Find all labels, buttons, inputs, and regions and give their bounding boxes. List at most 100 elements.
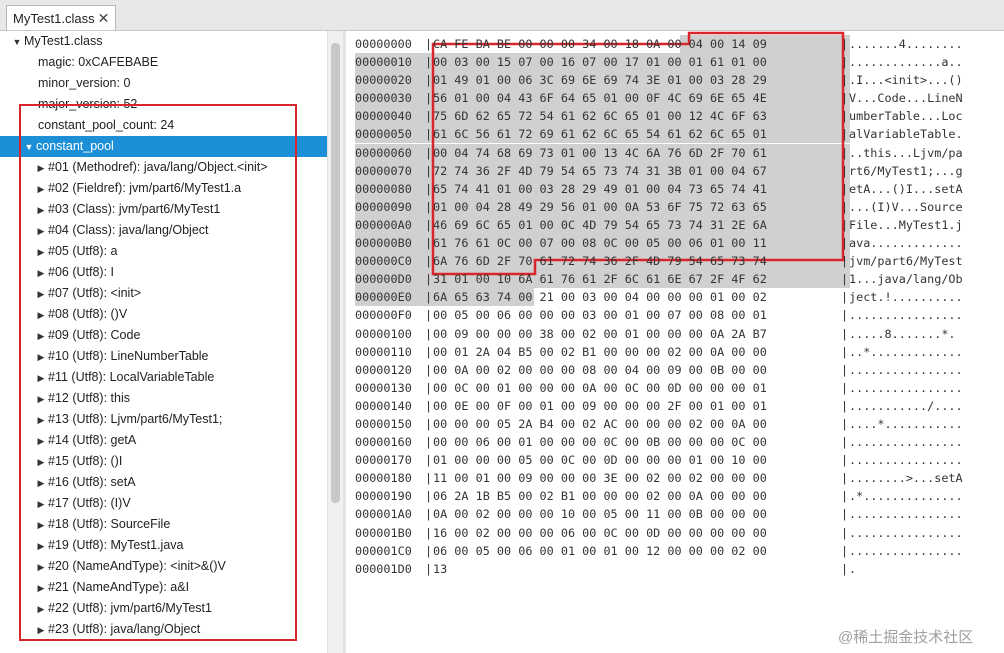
hex-ascii[interactable]: ........>...setA: [849, 469, 963, 487]
hex-ascii[interactable]: ................: [849, 542, 963, 560]
split-pane-divider[interactable]: [343, 31, 346, 653]
hex-bytes[interactable]: 00 0A 00 02 00 00 00 08 00 04 00 09 00 0…: [433, 361, 841, 379]
hex-bytes[interactable]: 00 0E 00 0F 00 01 00 09 00 00 00 2F 00 0…: [433, 397, 841, 415]
constant-pool-entry[interactable]: ▶ #18 (Utf8): SourceFile: [34, 514, 171, 535]
hex-bytes[interactable]: CA FE BA BE 00 00 00 34 00 18 0A 00 04 0…: [433, 35, 841, 53]
expand-arrow-right-icon[interactable]: ▶: [34, 452, 48, 473]
constant-pool-entry[interactable]: ▶ #08 (Utf8): ()V: [34, 304, 128, 326]
constant-pool-entry[interactable]: ▶ #07 (Utf8): <init>: [34, 283, 142, 304]
hex-ascii[interactable]: ................: [849, 524, 963, 542]
hex-ascii[interactable]: ...(I)V...Source: [849, 198, 963, 216]
expand-arrow-right-icon[interactable]: ▶: [34, 158, 48, 179]
hex-bytes[interactable]: 06 2A 1B B5 00 02 B1 00 00 00 02 00 0A 0…: [433, 487, 841, 505]
expand-arrow-down-icon[interactable]: ▼: [22, 137, 36, 158]
tree-field-item[interactable]: magic: 0xCAFEBABE: [38, 52, 158, 73]
hex-ascii[interactable]: ....*...........: [849, 415, 963, 433]
hex-bytes[interactable]: 65 74 41 01 00 03 28 29 49 01 00 04 73 6…: [433, 180, 841, 198]
expand-arrow-right-icon[interactable]: ▶: [34, 200, 48, 221]
hex-ascii[interactable]: .....8.......*.: [849, 325, 956, 343]
hex-bytes[interactable]: 00 09 00 00 00 38 00 02 00 01 00 00 00 0…: [433, 325, 841, 343]
constant-pool-entry[interactable]: ▶ #04 (Class): java/lang/Object: [34, 220, 209, 241]
expand-arrow-right-icon[interactable]: ▶: [34, 431, 48, 452]
hex-ascii[interactable]: ................: [849, 361, 963, 379]
hex-bytes[interactable]: 72 74 36 2F 4D 79 54 65 73 74 31 3B 01 0…: [433, 162, 841, 180]
hex-ascii[interactable]: .......4........: [849, 35, 963, 53]
hex-ascii[interactable]: ..*.............: [849, 343, 963, 361]
constant-pool-entry[interactable]: ▶ #12 (Utf8): this: [34, 388, 130, 409]
hex-ascii[interactable]: rt6/MyTest1;...g: [849, 162, 963, 180]
expand-arrow-right-icon[interactable]: ▶: [34, 347, 48, 368]
expand-arrow-right-icon[interactable]: ▶: [34, 599, 48, 620]
hex-bytes[interactable]: 00 01 2A 04 B5 00 02 B1 00 00 00 02 00 0…: [433, 343, 841, 361]
constant-pool-entry[interactable]: ▶ #11 (Utf8): LocalVariableTable: [34, 367, 215, 389]
tree-field-item[interactable]: major_version: 52: [38, 94, 137, 115]
expand-arrow-right-icon[interactable]: ▶: [34, 242, 48, 263]
tab-mytest1-class[interactable]: MyTest1.class ✕: [6, 5, 117, 30]
tree-field-item[interactable]: minor_version: 0: [38, 73, 130, 94]
hex-bytes[interactable]: 0A 00 02 00 00 00 10 00 05 00 11 00 0B 0…: [433, 505, 841, 523]
hex-bytes[interactable]: 61 6C 56 61 72 69 61 62 6C 65 54 61 62 6…: [433, 125, 841, 143]
hex-ascii[interactable]: ject.!..........: [849, 288, 963, 306]
constant-pool-entry[interactable]: ▶ #21 (NameAndType): a&I: [34, 577, 190, 598]
constant-pool-entry[interactable]: ▶ #19 (Utf8): MyTest1.java: [34, 535, 184, 556]
hex-bytes[interactable]: 00 03 00 15 07 00 16 07 00 17 01 00 01 6…: [433, 53, 841, 71]
constant-pool-entry[interactable]: ▶ #17 (Utf8): (I)V: [34, 493, 131, 514]
hex-bytes[interactable]: 31 01 00 10 6A 61 76 61 2F 6C 61 6E 67 2…: [433, 270, 841, 288]
hex-bytes[interactable]: 00 04 74 68 69 73 01 00 13 4C 6A 76 6D 2…: [433, 144, 841, 162]
hex-ascii[interactable]: V...Code...LineN: [849, 89, 963, 107]
expand-arrow-right-icon[interactable]: ▶: [34, 389, 48, 410]
hex-ascii[interactable]: .I...<init>...(): [849, 71, 963, 89]
hex-bytes[interactable]: 00 00 00 05 2A B4 00 02 AC 00 00 00 02 0…: [433, 415, 841, 433]
hex-ascii[interactable]: ava.............: [849, 234, 963, 252]
hex-bytes[interactable]: 00 0C 00 01 00 00 00 0A 00 0C 00 0D 00 0…: [433, 379, 841, 397]
hex-ascii[interactable]: etA...()I...setA: [849, 180, 963, 198]
constant-pool-entry[interactable]: ▶ #02 (Fieldref): jvm/part6/MyTest1.a: [34, 178, 242, 199]
expand-arrow-down-icon[interactable]: ▼: [10, 32, 24, 53]
expand-arrow-right-icon[interactable]: ▶: [34, 368, 48, 389]
tree-field-item[interactable]: constant_pool_count: 24: [38, 115, 174, 136]
constant-pool-entry[interactable]: ▶ #03 (Class): jvm/part6/MyTest1: [34, 199, 221, 221]
hex-bytes[interactable]: 16 00 02 00 00 00 06 00 0C 00 0D 00 00 0…: [433, 524, 841, 542]
expand-arrow-right-icon[interactable]: ▶: [34, 410, 48, 431]
expand-arrow-right-icon[interactable]: ▶: [34, 473, 48, 494]
hex-ascii[interactable]: .*..............: [849, 487, 963, 505]
constant-pool-entry[interactable]: ▶ #23 (Utf8): java/lang/Object: [34, 619, 201, 641]
hex-bytes[interactable]: 11 00 01 00 09 00 00 00 3E 00 02 00 02 0…: [433, 469, 841, 487]
hex-ascii[interactable]: ................: [849, 306, 963, 324]
hex-bytes[interactable]: 01 00 04 28 49 29 56 01 00 0A 53 6F 75 7…: [433, 198, 841, 216]
expand-arrow-right-icon[interactable]: ▶: [34, 620, 48, 641]
hex-ascii[interactable]: .: [849, 560, 856, 578]
hex-ascii[interactable]: File...MyTest1.j: [849, 216, 963, 234]
constant-pool-entry[interactable]: ▶ #06 (Utf8): I: [34, 262, 114, 283]
constant-pool-entry[interactable]: ▶ #20 (NameAndType): <init>&()V: [34, 556, 226, 577]
hex-ascii[interactable]: jvm/part6/MyTest: [849, 252, 963, 270]
constant-pool-entry[interactable]: ▶ #01 (Methodref): java/lang/Object.<init…: [34, 157, 268, 178]
expand-arrow-right-icon[interactable]: ▶: [34, 221, 48, 242]
constant-pool-entry[interactable]: ▶ #14 (Utf8): getA: [34, 430, 137, 452]
constant-pool-entry[interactable]: ▶ #13 (Utf8): Ljvm/part6/MyTest1;: [34, 409, 223, 431]
constant-pool-entry[interactable]: ▶ #09 (Utf8): Code: [34, 325, 141, 346]
hex-ascii[interactable]: .............a..: [849, 53, 963, 71]
expand-arrow-right-icon[interactable]: ▶: [34, 263, 48, 284]
hex-bytes[interactable]: 06 00 05 00 06 00 01 00 01 00 12 00 00 0…: [433, 542, 841, 560]
scrollbar-thumb[interactable]: [331, 43, 340, 503]
hex-bytes[interactable]: 00 00 06 00 01 00 00 00 0C 00 0B 00 00 0…: [433, 433, 841, 451]
hex-bytes[interactable]: 56 01 00 04 43 6F 64 65 01 00 0F 4C 69 6…: [433, 89, 841, 107]
hex-ascii[interactable]: ................: [849, 379, 963, 397]
tree-item-constant-pool[interactable]: ▼ constant_pool: [22, 136, 114, 157]
expand-arrow-right-icon[interactable]: ▶: [34, 305, 48, 326]
hex-ascii[interactable]: .........../....: [849, 397, 963, 415]
close-tab-icon[interactable]: ✕: [98, 10, 110, 27]
constant-pool-entry[interactable]: ▶ #16 (Utf8): setA: [34, 472, 136, 493]
hex-ascii[interactable]: ................: [849, 505, 963, 523]
hex-ascii[interactable]: alVariableTable.: [849, 125, 963, 143]
hex-bytes[interactable]: 01 49 01 00 06 3C 69 6E 69 74 3E 01 00 0…: [433, 71, 841, 89]
hex-ascii[interactable]: ..this...Ljvm/pa: [849, 144, 963, 162]
hex-ascii[interactable]: 1...java/lang/Ob: [849, 270, 963, 288]
hex-ascii[interactable]: ................: [849, 451, 963, 469]
hex-bytes[interactable]: 6A 65 63 74 00 21 00 03 00 04 00 00 00 0…: [433, 288, 841, 306]
hex-bytes[interactable]: 13: [433, 560, 841, 578]
constant-pool-entry[interactable]: ▶ #22 (Utf8): jvm/part6/MyTest1: [34, 598, 212, 619]
constant-pool-entry[interactable]: ▶ #15 (Utf8): ()I: [34, 451, 123, 473]
hex-ascii[interactable]: umberTable...Loc: [849, 107, 963, 125]
